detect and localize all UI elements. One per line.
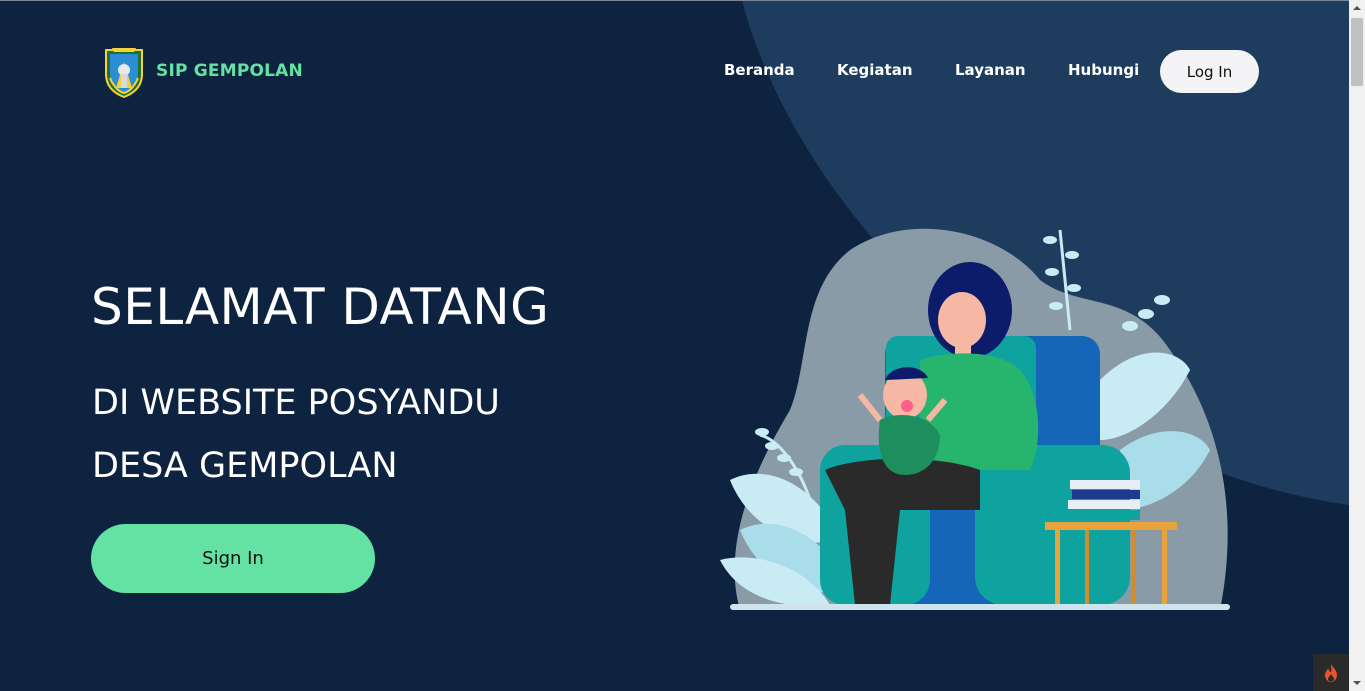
window-top-border xyxy=(0,0,1365,1)
scrollbar-thumb[interactable] xyxy=(1351,18,1363,86)
brand-name: SIP GEMPOLAN xyxy=(156,61,303,81)
scroll-up-icon[interactable] xyxy=(1349,0,1365,16)
flame-icon xyxy=(1325,663,1337,682)
nav-item-hubungi[interactable]: Hubungi xyxy=(1068,61,1139,79)
debug-toolbar-button[interactable] xyxy=(1313,654,1349,691)
page: SIP GEMPOLAN Beranda Kegiatan Layanan Hu… xyxy=(0,0,1349,691)
login-button[interactable]: Log In xyxy=(1160,50,1259,93)
regency-crest-icon xyxy=(105,48,143,98)
scroll-down-icon[interactable] xyxy=(1349,675,1365,691)
hero-subtitle-line-2: DESA GEMPOLAN xyxy=(92,446,398,486)
nav-item-beranda[interactable]: Beranda xyxy=(724,61,795,79)
hero-title: SELAMAT DATANG xyxy=(91,278,550,336)
nav-item-kegiatan[interactable]: Kegiatan xyxy=(837,61,913,79)
vertical-scrollbar[interactable] xyxy=(1349,0,1365,691)
hero-subtitle-line-1: DI WEBSITE POSYANDU xyxy=(92,383,500,423)
brand[interactable]: SIP GEMPOLAN xyxy=(102,44,303,98)
mother-with-baby-illustration xyxy=(720,228,1230,610)
sign-in-button[interactable]: Sign In xyxy=(91,524,375,593)
nav-item-layanan[interactable]: Layanan xyxy=(955,61,1026,79)
